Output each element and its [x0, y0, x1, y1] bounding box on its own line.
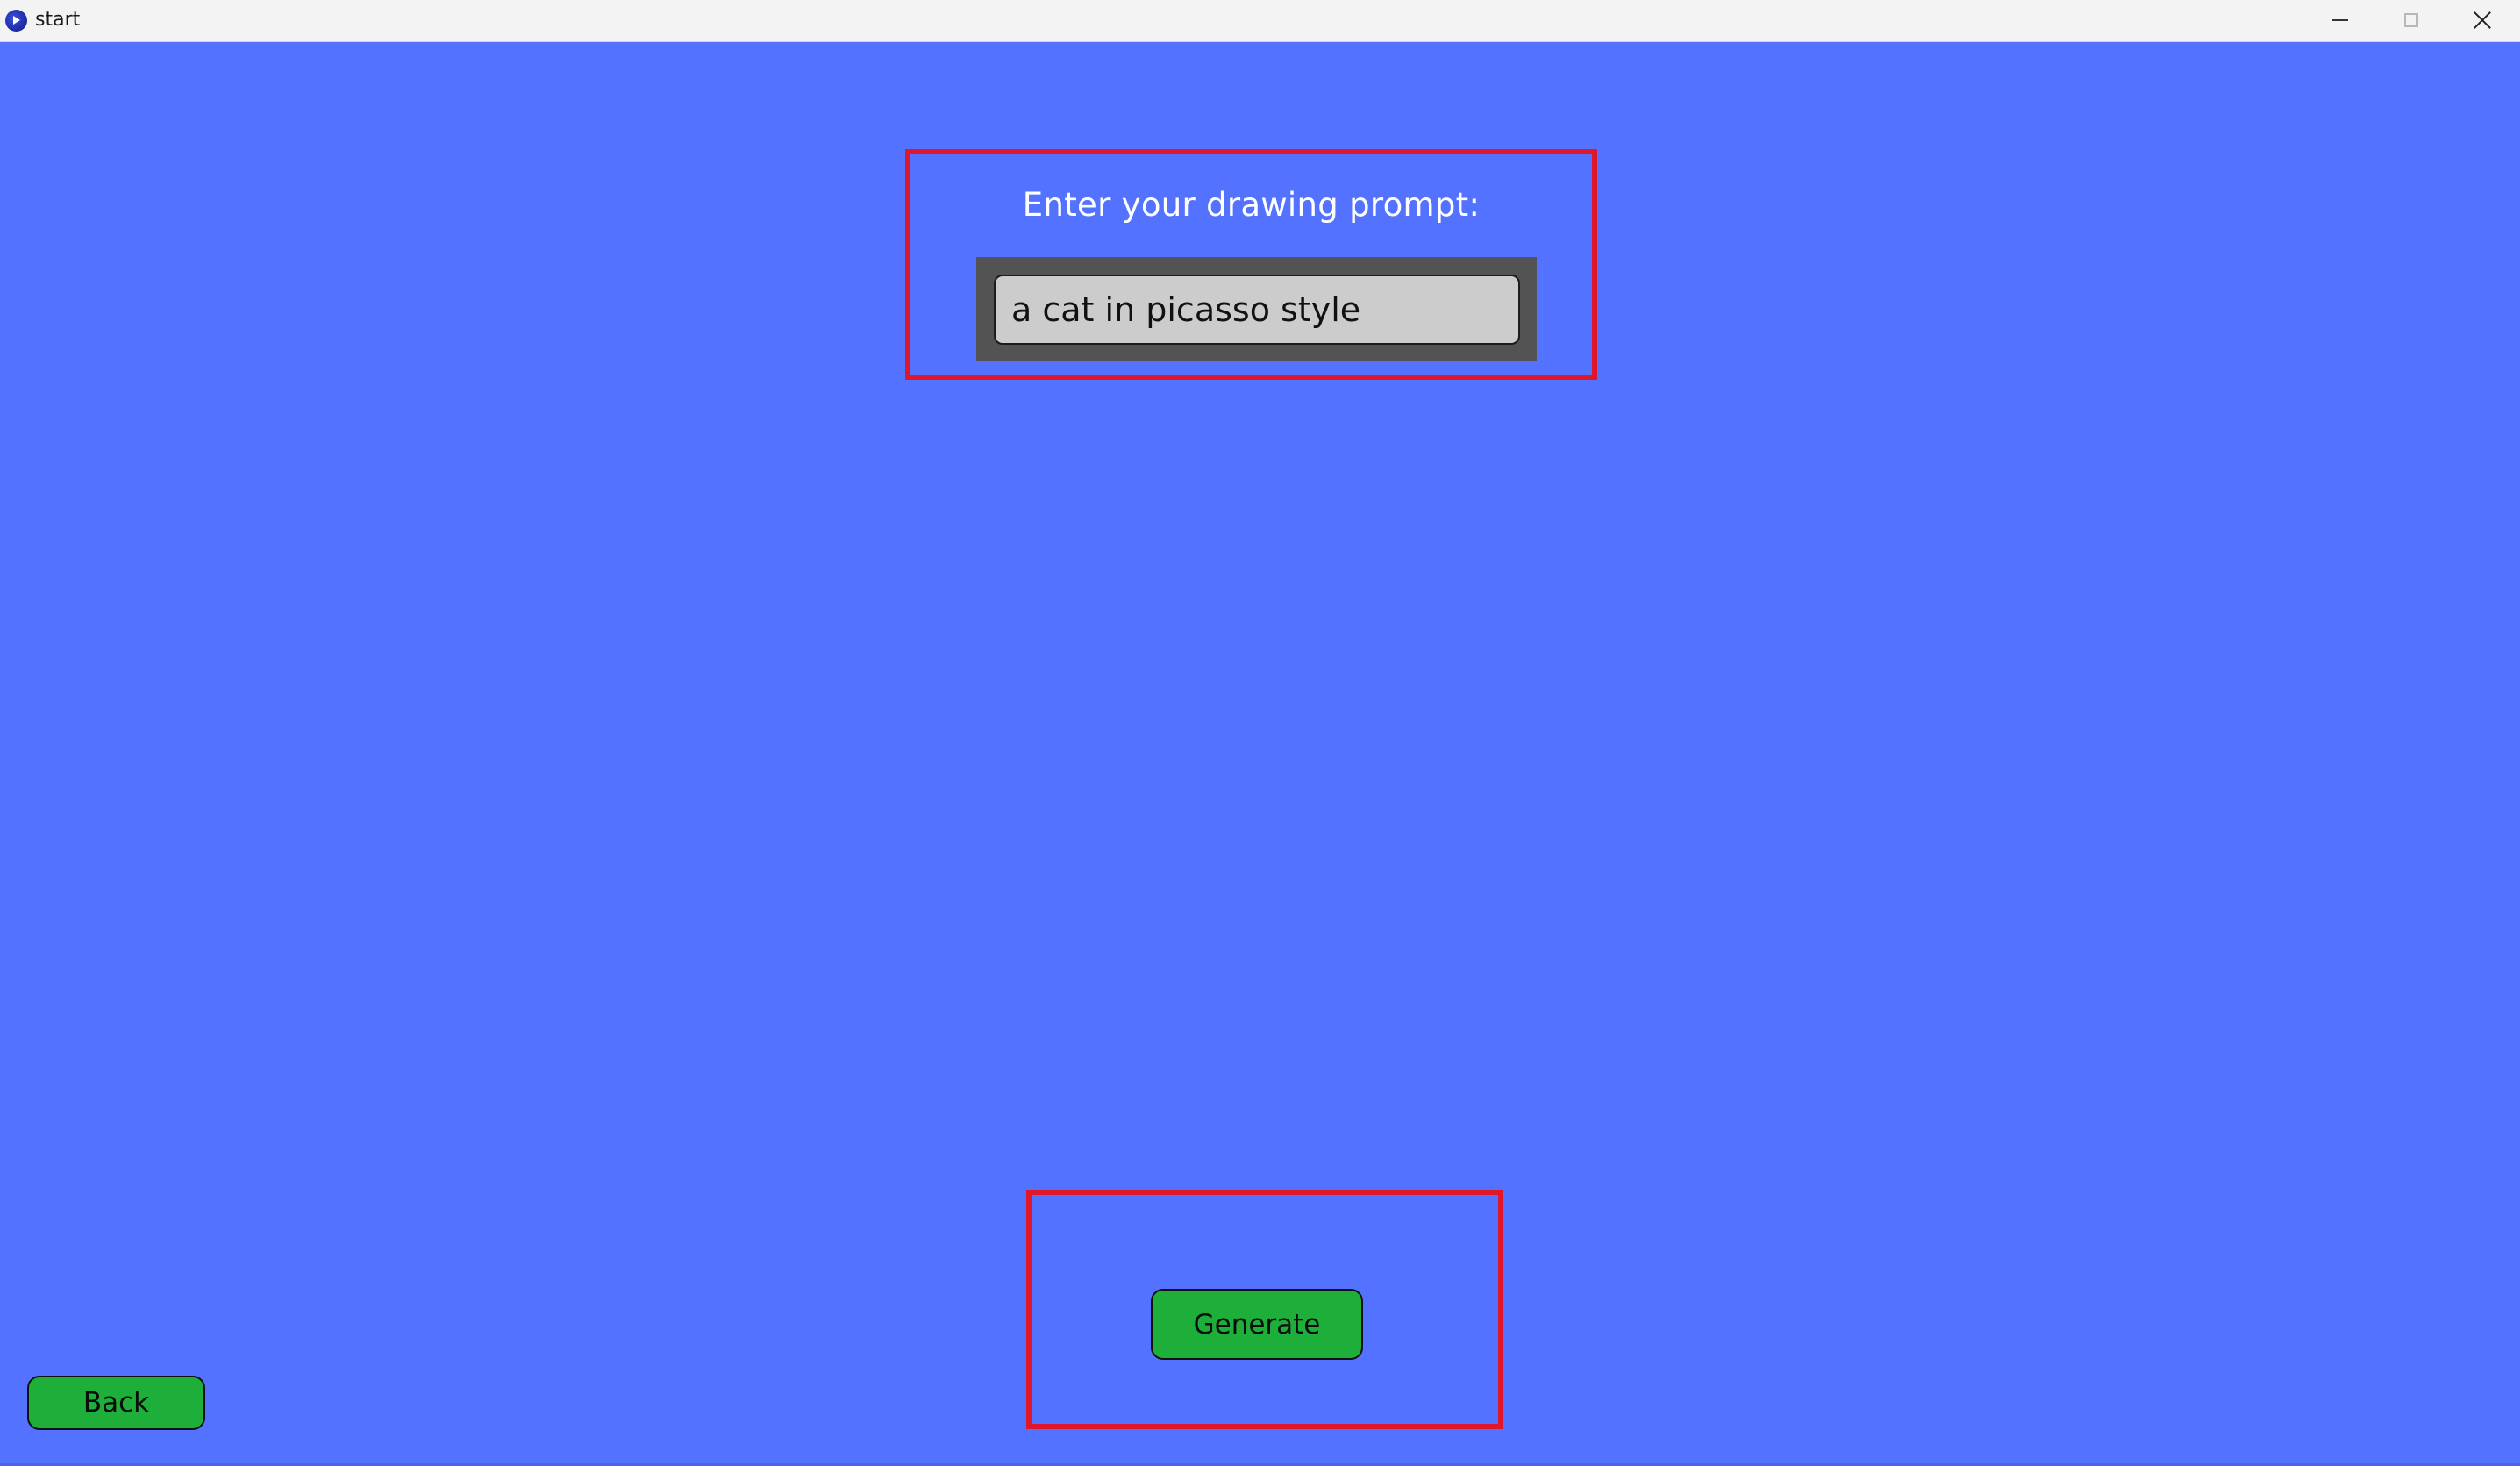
- app-canvas: Enter your drawing prompt:: [0, 42, 2520, 1466]
- prompt-label: Enter your drawing prompt:: [1022, 186, 1481, 224]
- back-button[interactable]: Back: [27, 1376, 205, 1430]
- prompt-panel-highlight: Enter your drawing prompt:: [905, 149, 1597, 380]
- generate-button[interactable]: Generate: [1151, 1289, 1363, 1360]
- window-titlebar: start: [0, 0, 2520, 42]
- window-title: start: [35, 9, 81, 31]
- app-icon: [5, 10, 27, 32]
- maximize-icon: [2404, 13, 2418, 27]
- prompt-input[interactable]: [994, 275, 1520, 345]
- minimize-button[interactable]: [2305, 0, 2375, 40]
- close-icon: [2473, 11, 2492, 30]
- prompt-input-frame: [976, 257, 1537, 361]
- minimize-icon: [2332, 19, 2348, 21]
- close-button[interactable]: [2447, 0, 2517, 40]
- maximize-button[interactable]: [2376, 0, 2446, 40]
